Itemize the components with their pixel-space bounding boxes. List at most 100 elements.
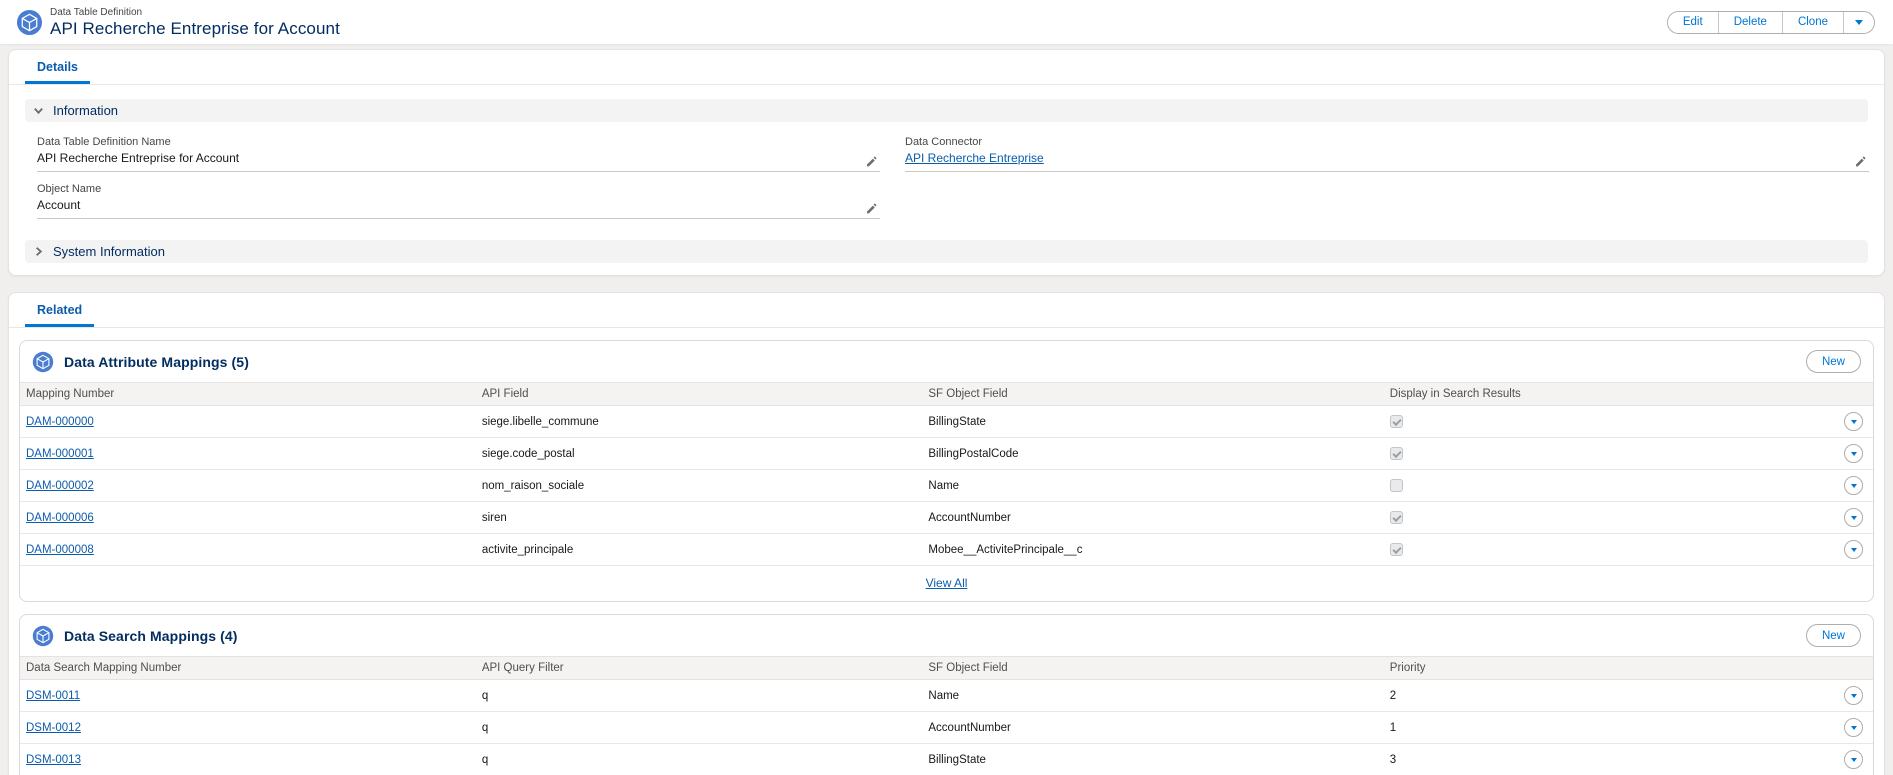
table-row: DAM-000001 siege.code_postal BillingPostal… bbox=[20, 437, 1873, 470]
more-actions-button[interactable] bbox=[1843, 11, 1874, 33]
data-search-mappings-table: Data Search Mapping Number API Query Filt… bbox=[20, 656, 1873, 775]
checkbox-cell bbox=[1383, 437, 1825, 470]
display-in-search-results-checkbox bbox=[1389, 415, 1403, 428]
related-tab-bar: Related bbox=[9, 293, 1884, 328]
data-attribute-mappings-table: Mapping Number API Field SF Object Field Di… bbox=[20, 382, 1873, 565]
related-list-title: Data Attribute Mappings (5) bbox=[64, 353, 249, 370]
new-button[interactable]: New bbox=[1805, 350, 1861, 373]
system-information-section: System Information bbox=[25, 240, 1868, 263]
object-label: Data Table Definition bbox=[50, 6, 143, 18]
row-actions-button[interactable] bbox=[1844, 540, 1863, 559]
table-row: DSM-0011 q Name 2 bbox=[20, 679, 1873, 712]
display-in-search-results-checkbox bbox=[1389, 511, 1403, 524]
view-all-row: View All bbox=[20, 565, 1873, 601]
table-cell: Mobee__ActivitePrincipale__c bbox=[928, 543, 1083, 556]
field-label: Data Connector bbox=[905, 136, 983, 148]
record-link-cell: DSM-0013 bbox=[20, 743, 476, 775]
details-tab-bar: Details bbox=[9, 50, 1884, 85]
clone-button[interactable]: Clone bbox=[1781, 11, 1843, 33]
chevron-down-icon bbox=[1850, 451, 1857, 456]
record-link[interactable]: DSM-0011 bbox=[26, 690, 80, 702]
table-cell: BillingState bbox=[922, 743, 1384, 775]
view-all-link[interactable]: View All bbox=[926, 576, 968, 590]
edit-field-button[interactable] bbox=[865, 202, 878, 215]
data-connector-link[interactable]: API Recherche Entreprise bbox=[905, 151, 1044, 165]
table-cell: q bbox=[475, 743, 923, 775]
table-cell: siege.libelle_commune bbox=[475, 405, 923, 438]
pencil-icon bbox=[1856, 156, 1866, 167]
row-actions-cell bbox=[1825, 711, 1873, 744]
table-cell: 1 bbox=[1383, 711, 1825, 744]
table-cell: activite_principale bbox=[481, 543, 574, 556]
table-cell: 2 bbox=[1383, 679, 1825, 712]
data-table-definition-record-icon bbox=[16, 9, 43, 35]
table-row: DAM-000006 siren AccountNumber bbox=[20, 501, 1873, 534]
table-row: DSM-0013 q BillingState 3 bbox=[20, 743, 1873, 775]
row-actions-button[interactable] bbox=[1844, 476, 1863, 495]
column-header: API Field bbox=[475, 382, 923, 406]
section-title: Information bbox=[53, 103, 119, 118]
chevron-down-icon bbox=[1850, 483, 1857, 488]
column-header: SF Object Field bbox=[922, 656, 1384, 680]
column-header: SF Object Field bbox=[922, 382, 1384, 406]
column-header: Display in Search Results bbox=[1383, 382, 1825, 406]
column-header: Data Search Mapping Number bbox=[20, 656, 476, 680]
field-value: API Recherche Entreprise for Account bbox=[37, 151, 240, 165]
system-information-section-header[interactable]: System Information bbox=[25, 240, 1868, 263]
display-in-search-results-checkbox bbox=[1389, 479, 1403, 492]
details-card: Details Information Data Table Definitio… bbox=[8, 49, 1885, 276]
related-card: Related Data Attribute Mappings (5) New bbox=[8, 292, 1885, 775]
section-title: System Information bbox=[53, 244, 165, 259]
row-actions-button[interactable] bbox=[1844, 444, 1863, 463]
field-object-name: Object Name Account bbox=[37, 177, 880, 219]
related-list-title: Data Search Mappings (4) bbox=[64, 627, 238, 644]
table-cell: Name bbox=[922, 679, 1384, 712]
record-link[interactable]: DSM-0013 bbox=[26, 754, 81, 766]
row-actions-button[interactable] bbox=[1844, 686, 1863, 705]
record-link[interactable]: DAM-000002 bbox=[26, 480, 94, 492]
table-cell: AccountNumber bbox=[922, 711, 1384, 744]
row-actions-button[interactable] bbox=[1844, 508, 1863, 527]
pencil-icon bbox=[867, 156, 877, 167]
row-actions-button[interactable] bbox=[1844, 718, 1863, 737]
table-cell: q bbox=[475, 711, 923, 744]
field-data-connector: Data Connector API Recherche Entreprise bbox=[905, 130, 1869, 172]
chevron-down-icon bbox=[1850, 419, 1857, 424]
table-cell: siren bbox=[475, 501, 923, 534]
record-link[interactable]: DAM-000008 bbox=[26, 544, 94, 556]
table-row: DAM-000008 activite_principale Mobee__Acti… bbox=[20, 534, 1873, 566]
record-actions-button-group: Edit Delete Clone bbox=[1666, 10, 1875, 34]
table-cell: 3 bbox=[1383, 743, 1825, 775]
delete-button[interactable]: Delete bbox=[1717, 11, 1782, 33]
field-value: Account bbox=[37, 198, 81, 212]
related-list-data-attribute-mappings: Data Attribute Mappings (5) New Mapping … bbox=[19, 340, 1874, 602]
record-link-cell: DAM-000008 bbox=[20, 534, 476, 566]
chevron-right-icon bbox=[36, 247, 43, 256]
edit-button[interactable]: Edit bbox=[1667, 11, 1718, 33]
tab-related[interactable]: Related bbox=[25, 293, 95, 327]
information-section-header[interactable]: Information bbox=[25, 99, 1868, 122]
record-link[interactable]: DAM-000001 bbox=[26, 448, 94, 460]
edit-field-button[interactable] bbox=[865, 155, 878, 168]
data-attribute-mapping-icon bbox=[32, 351, 54, 372]
page-title: API Recherche Entreprise for Account bbox=[50, 18, 340, 38]
table-cell: BillingPostalCode bbox=[922, 437, 1384, 470]
tab-details[interactable]: Details bbox=[25, 50, 90, 84]
record-link-cell: DAM-000002 bbox=[20, 469, 476, 502]
chevron-down-icon bbox=[1850, 757, 1857, 762]
field-data-table-definition-name: Data Table Definition Name API Recherche… bbox=[37, 130, 880, 172]
new-button[interactable]: New bbox=[1805, 624, 1861, 647]
edit-field-button[interactable] bbox=[1854, 155, 1867, 168]
row-actions-button[interactable] bbox=[1844, 412, 1863, 431]
row-actions-button[interactable] bbox=[1844, 750, 1863, 769]
record-link[interactable]: DAM-000006 bbox=[26, 512, 94, 524]
table-cell: BillingState bbox=[922, 405, 1384, 438]
information-form: Data Table Definition Name API Recherche… bbox=[37, 130, 1869, 224]
row-actions-cell bbox=[1825, 534, 1873, 566]
row-actions-cell bbox=[1825, 679, 1873, 712]
record-link-cell: DAM-000001 bbox=[20, 437, 476, 470]
record-link[interactable]: DAM-000000 bbox=[26, 416, 94, 428]
chevron-down-icon bbox=[1850, 725, 1857, 730]
record-link[interactable]: DSM-0012 bbox=[26, 722, 81, 734]
table-row: DAM-000002 nom_raison_sociale Name bbox=[20, 469, 1873, 502]
